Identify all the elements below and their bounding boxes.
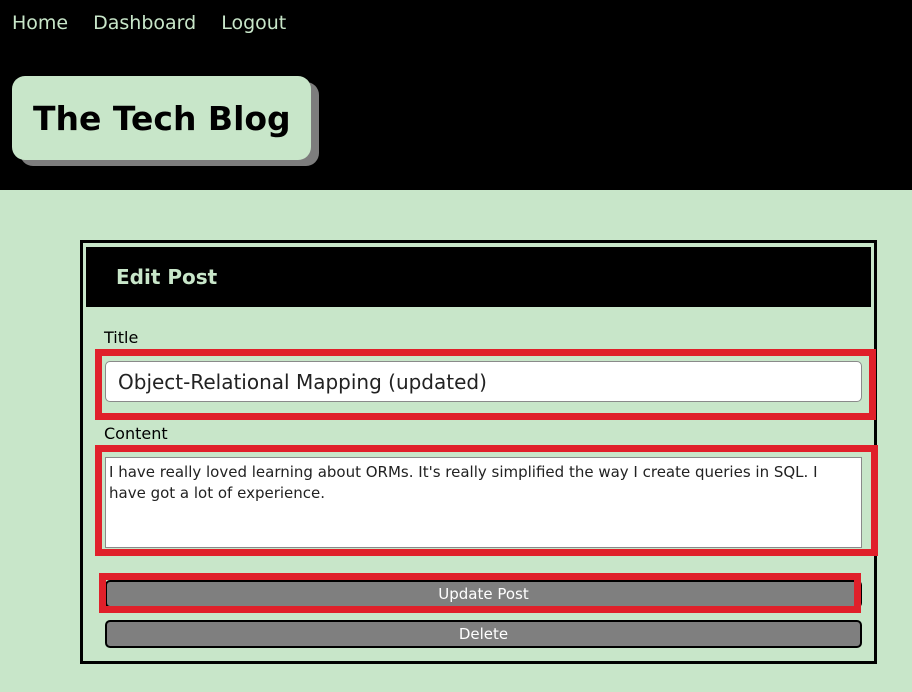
card-header: Edit Post <box>86 247 871 307</box>
card-title: Edit Post <box>116 265 218 289</box>
nav-dashboard-link[interactable]: Dashboard <box>93 11 196 35</box>
update-post-button[interactable]: Update Post <box>105 580 862 608</box>
content-label: Content <box>104 424 168 443</box>
delete-button[interactable]: Delete <box>105 620 862 648</box>
main-nav: Home Dashboard Logout <box>12 11 311 35</box>
site-title: The Tech Blog <box>33 98 291 138</box>
top-header: Home Dashboard Logout The Tech Blog <box>0 0 912 190</box>
nav-logout-link[interactable]: Logout <box>221 11 286 35</box>
nav-home-link[interactable]: Home <box>12 11 68 35</box>
title-input[interactable] <box>105 361 862 402</box>
edit-post-card: Edit Post Title Content I have really lo… <box>80 240 877 664</box>
site-logo: The Tech Blog <box>12 76 311 160</box>
title-label: Title <box>104 328 139 347</box>
content-textarea[interactable]: I have really loved learning about ORMs.… <box>105 457 862 548</box>
